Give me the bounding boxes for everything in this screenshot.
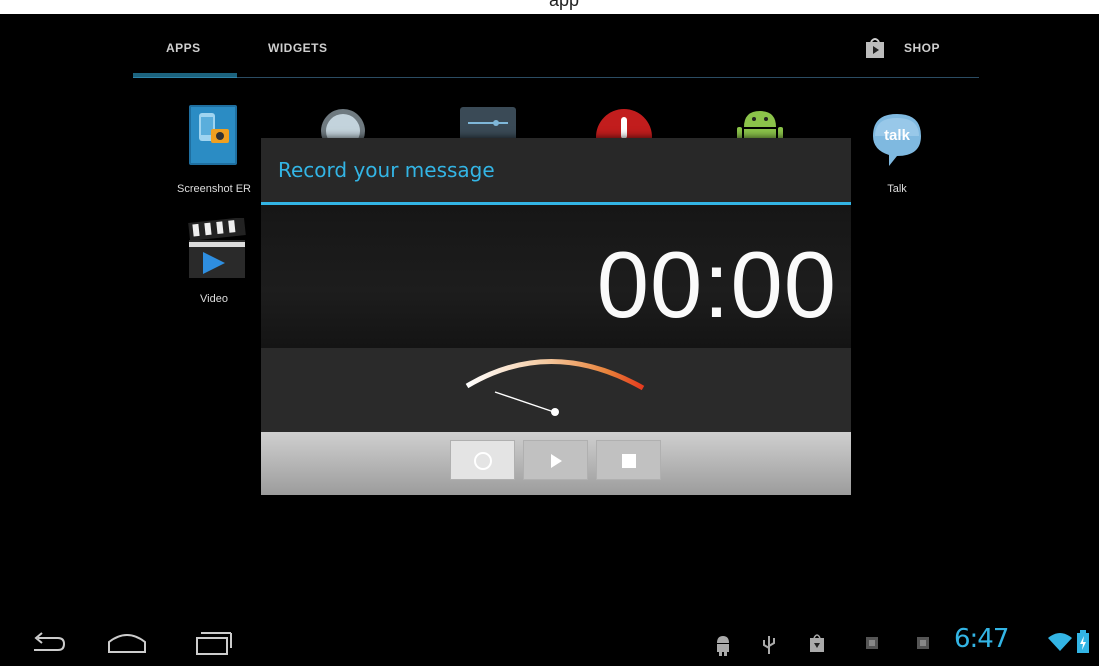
app-android[interactable] bbox=[715, 103, 805, 143]
status-clock[interactable]: 6:47 bbox=[954, 624, 1009, 654]
cut-off-text: app bbox=[549, 0, 580, 10]
home-icon[interactable] bbox=[106, 630, 148, 656]
app-search[interactable] bbox=[298, 103, 388, 143]
system-bar: 6:47 bbox=[0, 620, 1099, 666]
shop-icon[interactable] bbox=[863, 36, 887, 60]
tab-apps[interactable]: APPS bbox=[166, 41, 201, 55]
record-controls bbox=[261, 432, 851, 495]
play-button[interactable] bbox=[523, 440, 588, 480]
meter-needle-pivot bbox=[551, 408, 559, 416]
back-icon[interactable] bbox=[28, 630, 66, 656]
stop-button[interactable] bbox=[596, 440, 661, 480]
tab-divider bbox=[133, 77, 979, 78]
record-timer: 00:00 bbox=[596, 232, 837, 337]
top-white-strip: app bbox=[0, 0, 1099, 14]
recent-apps-icon[interactable] bbox=[193, 630, 233, 656]
talk-icon-text: talk bbox=[884, 127, 910, 144]
android-app-icon bbox=[737, 111, 783, 143]
app-label: Video bbox=[200, 293, 228, 305]
notification-icon[interactable] bbox=[916, 636, 930, 650]
app-talk[interactable]: talk Talk bbox=[852, 103, 942, 198]
screenshot-er-icon bbox=[189, 105, 237, 165]
notification-icon[interactable] bbox=[865, 636, 879, 650]
tab-selected-indicator bbox=[133, 73, 237, 78]
battery-icon bbox=[1077, 630, 1089, 653]
app-screenshot-er[interactable]: Screenshot ER bbox=[169, 103, 259, 195]
search-app-icon bbox=[321, 109, 365, 143]
usb-icon[interactable] bbox=[762, 634, 776, 656]
vu-meter-area bbox=[261, 348, 851, 432]
record-icon bbox=[474, 452, 492, 470]
wifi-icon bbox=[1048, 633, 1072, 651]
android-debug-icon[interactable] bbox=[714, 634, 732, 656]
stop-icon bbox=[622, 454, 636, 468]
app-label: Screenshot ER bbox=[177, 183, 251, 195]
video-icon bbox=[188, 218, 246, 278]
meter-needle bbox=[494, 391, 555, 413]
settings-app-icon bbox=[460, 107, 516, 143]
app-video[interactable]: Video bbox=[169, 218, 259, 313]
sound-recorder-app-icon bbox=[596, 109, 652, 143]
record-button[interactable] bbox=[450, 440, 515, 480]
app-label: Talk bbox=[887, 183, 907, 195]
timer-area: 00:00 bbox=[261, 205, 851, 348]
vu-meter bbox=[465, 359, 645, 416]
app-settings[interactable] bbox=[443, 103, 533, 143]
tab-widgets[interactable]: WIDGETS bbox=[268, 41, 328, 55]
app-drawer-tabs: APPS WIDGETS SHOP bbox=[133, 30, 979, 78]
dialog-title: Record your message bbox=[278, 158, 495, 182]
record-message-dialog: Record your message 00:00 bbox=[261, 138, 851, 495]
app-sound-recorder[interactable] bbox=[579, 103, 669, 143]
tab-shop[interactable]: SHOP bbox=[904, 41, 940, 55]
play-icon bbox=[551, 454, 562, 468]
download-icon[interactable] bbox=[808, 632, 826, 654]
